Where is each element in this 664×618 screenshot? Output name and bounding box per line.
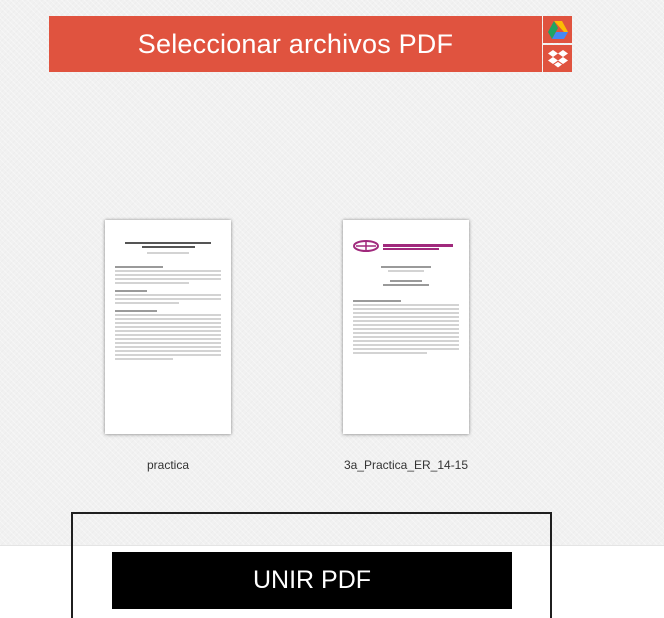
pdf-thumbnail: [105, 220, 231, 434]
google-drive-icon: [547, 20, 568, 39]
pdf-file-card[interactable]: practica: [105, 220, 231, 472]
pdf-thumbnail: [343, 220, 469, 434]
pdf-file-card[interactable]: 3a_Practica_ER_14-15: [343, 220, 469, 472]
dropbox-button[interactable]: [543, 45, 572, 72]
file-name: practica: [146, 458, 190, 472]
google-drive-button[interactable]: [543, 16, 572, 43]
dropbox-icon: [547, 49, 568, 67]
file-name: 3a_Practica_ER_14-15: [343, 458, 469, 472]
merge-pdf-button[interactable]: UNIR PDF: [112, 552, 512, 609]
university-logo: [353, 240, 459, 252]
select-pdf-files-button[interactable]: Seleccionar archivos PDF: [49, 16, 542, 72]
